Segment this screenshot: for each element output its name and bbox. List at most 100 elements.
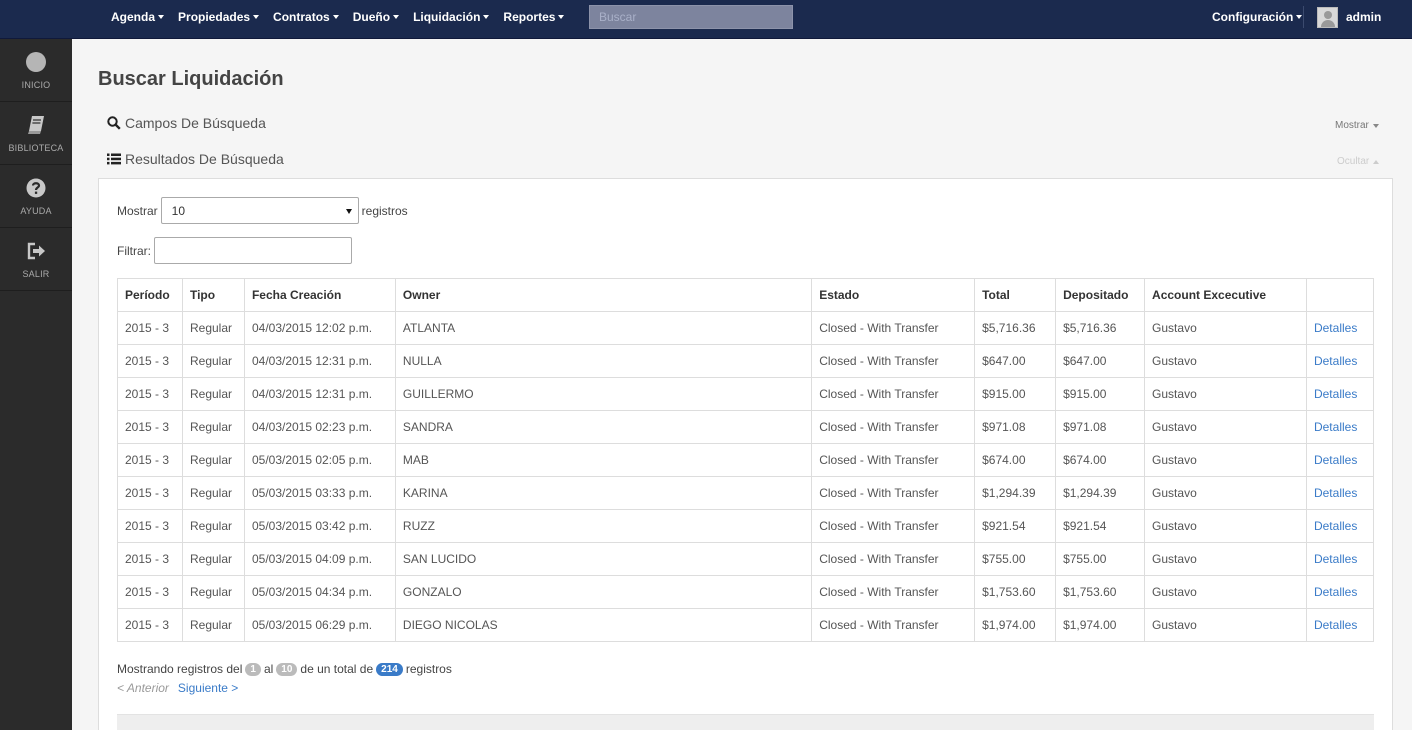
table-cell: SANDRA (394, 410, 813, 444)
table-cell: $971.08 (974, 410, 1057, 444)
records-label: registros (361, 203, 408, 218)
table-cell: Gustavo (1144, 575, 1307, 609)
sidebar-item-label: INICIO (21, 80, 51, 90)
table-cell: $5,716.36 (1055, 311, 1146, 345)
sidebar-item-salir[interactable]: SALIR (0, 228, 72, 291)
bottom-bar (117, 714, 1374, 730)
details-link[interactable]: Detalles (1314, 486, 1357, 500)
sidebar-item-label: SALIR (22, 269, 50, 279)
table-cell: Closed - With Transfer (811, 311, 976, 345)
table-row: 2015 - 3 Regular 04/03/2015 12:31 p.m. NULL… (117, 344, 1375, 378)
details-cell: Detalles (1305, 608, 1375, 642)
table-row: 2015 - 3 Regular 04/03/2015 12:31 p.m. GUIL… (117, 377, 1375, 411)
nav-liquidacion-label: Liquidación (413, 10, 481, 24)
next-page-link[interactable]: Siguiente > (178, 681, 238, 695)
table-cell: $915.00 (1055, 377, 1146, 411)
column-header[interactable]: Tipo (181, 278, 245, 312)
from-badge: 1 (245, 662, 261, 676)
search-fields-header[interactable]: Campos De Búsqueda (107, 115, 266, 131)
config-menu[interactable]: Configuración (1212, 0, 1303, 34)
caret-down-icon (158, 15, 165, 19)
nav-reportes[interactable]: Reportes (496, 10, 571, 24)
column-header[interactable]: Depositado (1055, 278, 1146, 312)
table-cell: Regular (181, 377, 245, 411)
column-header[interactable]: Owner (394, 278, 813, 312)
details-cell: Detalles (1305, 410, 1375, 444)
table-cell: 2015 - 3 (117, 443, 183, 477)
sidebar-item-ayuda[interactable]: AYUDA (0, 165, 72, 228)
details-link[interactable]: Detalles (1314, 420, 1357, 434)
search-icon (107, 116, 121, 130)
table-cell: $915.00 (974, 377, 1057, 411)
results-table: Período Tipo Fecha Creación Owner Estado… (117, 278, 1375, 642)
details-link[interactable]: Detalles (1314, 618, 1357, 632)
table-cell: 2015 - 3 (117, 410, 183, 444)
nav-dueno-label: Dueño (352, 10, 391, 24)
details-link[interactable]: Detalles (1314, 585, 1357, 599)
table-row: 2015 - 3 Regular 05/03/2015 03:33 p.m. KARI… (117, 476, 1375, 510)
details-link[interactable]: Detalles (1314, 387, 1357, 401)
info-suffix: registros (405, 662, 452, 676)
sidebar-item-biblioteca[interactable]: BIBLIOTECA (0, 102, 72, 165)
column-header[interactable]: Estado (811, 278, 976, 312)
table-cell: Gustavo (1144, 608, 1307, 642)
column-header[interactable]: Account Excecutive (1144, 278, 1307, 312)
table-cell: RUZZ (394, 509, 813, 543)
table-cell: NULLA (394, 344, 813, 378)
hide-results-toggle[interactable]: Ocultar (1337, 156, 1380, 167)
table-row: 2015 - 3 Regular 04/03/2015 12:02 p.m. ATLA… (117, 311, 1375, 345)
table-cell: $1,974.00 (974, 608, 1057, 642)
table-cell: Gustavo (1144, 542, 1307, 576)
table-cell: DIEGO NICOLAS (394, 608, 813, 642)
details-link[interactable]: Detalles (1314, 552, 1357, 566)
nav-propiedades[interactable]: Propiedades (171, 10, 266, 24)
table-cell: $1,974.00 (1055, 608, 1146, 642)
details-link[interactable]: Detalles (1314, 519, 1357, 533)
table-cell: Regular (181, 476, 245, 510)
table-cell: Gustavo (1144, 377, 1307, 411)
nav-agenda[interactable]: Agenda (104, 10, 171, 24)
table-cell: Regular (181, 608, 245, 642)
table-row: 2015 - 3 Regular 05/03/2015 04:09 p.m. SAN … (117, 542, 1375, 576)
caret-down-icon (253, 15, 260, 19)
details-link[interactable]: Detalles (1314, 321, 1357, 335)
table-cell: 04/03/2015 12:02 p.m. (243, 311, 396, 345)
table-cell: Gustavo (1144, 311, 1307, 345)
user-menu[interactable]: admin (1317, 6, 1381, 28)
global-search-input[interactable] (589, 5, 793, 29)
nav-liquidacion[interactable]: Liquidación (406, 10, 496, 24)
hide-toggle-label: Ocultar (1337, 156, 1370, 167)
table-header-row: Período Tipo Fecha Creación Owner Estado… (117, 278, 1375, 312)
table-cell: $755.00 (974, 542, 1057, 576)
table-cell: Closed - With Transfer (811, 608, 976, 642)
caret-down-icon (558, 15, 565, 19)
results-header[interactable]: Resultados De Búsqueda (107, 151, 284, 167)
sidebar-item-label: BIBLIOTECA (8, 143, 64, 153)
table-cell: Regular (181, 311, 245, 345)
home-circle-icon (26, 52, 46, 72)
show-search-fields-toggle[interactable]: Mostrar (1335, 120, 1379, 131)
table-cell: 2015 - 3 (117, 377, 183, 411)
details-link[interactable]: Detalles (1314, 354, 1357, 368)
table-row: 2015 - 3 Regular 05/03/2015 02:05 p.m. MAB C… (117, 443, 1375, 477)
page-size-select[interactable]: 10 (160, 197, 359, 224)
details-cell: Detalles (1305, 443, 1375, 477)
config-label: Configuración (1212, 10, 1294, 24)
table-cell: $5,716.36 (974, 311, 1057, 345)
details-cell: Detalles (1305, 311, 1375, 345)
nav-dueno[interactable]: Dueño (346, 10, 406, 24)
table-cell: 2015 - 3 (117, 476, 183, 510)
top-navbar: Agenda Propiedades Contratos Dueño Liqui… (0, 0, 1412, 39)
filter-input[interactable] (154, 237, 352, 264)
details-link[interactable]: Detalles (1314, 453, 1357, 467)
caret-down-icon (483, 15, 490, 19)
nav-contratos[interactable]: Contratos (266, 10, 346, 24)
column-header[interactable]: Total (974, 278, 1057, 312)
table-cell: GUILLERMO (394, 377, 813, 411)
column-header[interactable]: Período (117, 278, 183, 312)
sidebar-item-inicio[interactable]: INICIO (0, 39, 72, 102)
info-al: al (263, 662, 274, 676)
column-header[interactable]: Fecha Creación (243, 278, 396, 312)
search-fields-label: Campos De Búsqueda (125, 115, 266, 131)
table-cell: 05/03/2015 03:42 p.m. (243, 509, 396, 543)
